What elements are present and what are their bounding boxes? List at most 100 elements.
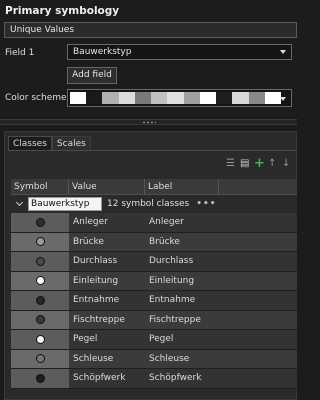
tab-classes[interactable]: Classes <box>8 136 52 151</box>
extra-cell <box>219 310 297 329</box>
color-ramp-swatch <box>183 92 200 104</box>
extra-cell <box>219 232 297 251</box>
label-cell[interactable]: Durchlass <box>145 252 219 271</box>
color-ramp-swatch <box>248 92 265 104</box>
symbol-swatch-icon[interactable] <box>35 276 45 286</box>
value-cell[interactable]: Schleuse <box>69 349 145 368</box>
label-cell[interactable]: Anleger <box>145 213 219 232</box>
classes-toolbar: ☰ ▤ + ↑ ↓ <box>226 156 296 172</box>
color-ramp-swatch <box>70 92 87 104</box>
column-header-label[interactable]: Label <box>145 179 219 194</box>
color-scheme-label: Color scheme <box>5 93 67 103</box>
table-row[interactable]: Schleuse Schleuse <box>11 349 297 369</box>
move-up-icon[interactable]: ↑ <box>268 158 276 169</box>
color-ramp-swatch <box>232 92 249 104</box>
value-cell[interactable]: Schöpfwerk <box>69 369 145 388</box>
more-options-icon[interactable]: ••• <box>196 199 216 209</box>
column-header-symbol[interactable]: Symbol <box>11 179 69 194</box>
label-cell[interactable]: Schöpfwerk <box>145 369 219 388</box>
symbol-classes-grid: Symbol Value Label Bauwerkstyp 12 symbol… <box>11 179 297 389</box>
table-row[interactable]: Pegel Pegel <box>11 330 297 350</box>
value-cell[interactable]: Brücke <box>69 232 145 251</box>
group-field-input[interactable]: Bauwerkstyp <box>28 197 102 211</box>
move-down-icon[interactable]: ↓ <box>282 158 290 169</box>
extra-cell <box>219 369 297 388</box>
symbol-cell[interactable] <box>11 213 69 232</box>
extra-cell <box>219 291 297 310</box>
symbol-cell[interactable] <box>11 252 69 271</box>
symbol-swatch-icon[interactable] <box>35 256 45 266</box>
symbol-swatch-icon[interactable] <box>35 334 45 344</box>
table-row[interactable]: Entnahme Entnahme <box>11 291 297 311</box>
color-ramp-swatch <box>264 92 282 104</box>
symbol-swatch-icon[interactable] <box>35 315 45 325</box>
color-ramp-swatch <box>134 92 152 104</box>
table-row[interactable]: Fischtreppe Fischtreppe <box>11 310 297 330</box>
column-header-extra <box>219 179 297 194</box>
symbol-cell[interactable] <box>11 369 69 388</box>
symbol-cell[interactable] <box>11 330 69 349</box>
label-cell[interactable]: Brücke <box>145 232 219 251</box>
value-cell[interactable]: Einleitung <box>69 271 145 290</box>
grid-header: Symbol Value Label <box>11 179 297 195</box>
color-ramp-swatch <box>151 92 168 104</box>
more-actions-icon[interactable]: ▤ <box>240 158 249 169</box>
add-field-button[interactable]: Add field <box>67 67 117 84</box>
field1-dropdown[interactable]: Bauwerkstyp <box>67 44 292 60</box>
table-row[interactable]: Brücke Brücke <box>11 232 297 252</box>
symbol-cell[interactable] <box>11 349 69 368</box>
tab-strip: Classes Scales <box>8 136 91 151</box>
collapse-chevron-icon[interactable] <box>15 198 24 207</box>
panel-title: Primary symbology <box>5 5 120 17</box>
list-icon[interactable]: ☰ <box>226 158 235 169</box>
symbol-swatch-icon[interactable] <box>35 217 45 227</box>
symbol-swatch-icon[interactable] <box>35 373 45 383</box>
color-ramp-swatch <box>199 92 217 104</box>
symbol-class-count: 12 symbol classes <box>107 199 190 209</box>
grip-icon <box>142 121 156 124</box>
label-cell[interactable]: Fischtreppe <box>145 310 219 329</box>
color-ramp-swatch <box>118 92 135 104</box>
column-header-value[interactable]: Value <box>69 179 145 194</box>
group-row: Bauwerkstyp 12 symbol classes ••• <box>11 195 297 213</box>
symbology-method-value: Unique Values <box>10 25 75 35</box>
label-cell[interactable]: Einleitung <box>145 271 219 290</box>
symbol-swatch-icon[interactable] <box>35 237 45 247</box>
color-ramp-swatch <box>216 92 233 104</box>
table-row[interactable]: Durchlass Durchlass <box>11 252 297 272</box>
add-icon[interactable]: + <box>254 156 265 171</box>
panel-splitter[interactable] <box>0 119 297 125</box>
table-row[interactable]: Schöpfwerk Schöpfwerk <box>11 369 297 389</box>
symbol-swatch-icon[interactable] <box>35 354 45 364</box>
extra-cell <box>219 349 297 368</box>
color-ramp-swatch <box>167 92 184 104</box>
color-ramp <box>70 92 282 104</box>
value-cell[interactable]: Pegel <box>69 330 145 349</box>
symbology-method-dropdown[interactable]: Unique Values <box>4 22 297 38</box>
chevron-down-icon <box>280 50 286 54</box>
value-cell[interactable]: Fischtreppe <box>69 310 145 329</box>
value-cell[interactable]: Anleger <box>69 213 145 232</box>
label-cell[interactable]: Entnahme <box>145 291 219 310</box>
color-ramp-swatch <box>86 92 103 104</box>
tab-divider <box>8 150 297 151</box>
label-cell[interactable]: Schleuse <box>145 349 219 368</box>
extra-cell <box>219 330 297 349</box>
field1-value: Bauwerkstyp <box>73 47 132 57</box>
symbol-cell[interactable] <box>11 232 69 251</box>
extra-cell <box>219 252 297 271</box>
value-cell[interactable]: Entnahme <box>69 291 145 310</box>
symbol-cell[interactable] <box>11 310 69 329</box>
symbol-cell[interactable] <box>11 271 69 290</box>
extra-cell <box>219 271 297 290</box>
table-row[interactable]: Anleger Anleger <box>11 213 297 233</box>
symbol-swatch-icon[interactable] <box>35 295 45 305</box>
extra-cell <box>219 213 297 232</box>
field1-label: Field 1 <box>5 48 35 58</box>
label-cell[interactable]: Pegel <box>145 330 219 349</box>
value-cell[interactable]: Durchlass <box>69 252 145 271</box>
table-row[interactable]: Einleitung Einleitung <box>11 271 297 291</box>
color-scheme-dropdown[interactable] <box>67 89 292 107</box>
tab-scales[interactable]: Scales <box>51 136 91 151</box>
symbol-cell[interactable] <box>11 291 69 310</box>
